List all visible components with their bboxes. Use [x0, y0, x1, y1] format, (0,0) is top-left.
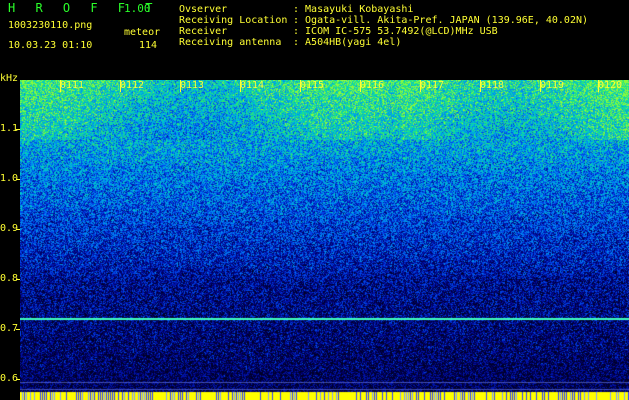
time-label: 0116	[360, 80, 385, 91]
time-label: 0119	[540, 80, 565, 91]
meteor-count: 114	[139, 40, 158, 51]
spectrogram-plot	[20, 80, 629, 400]
timestamp: 10.03.23 01:10	[8, 40, 93, 51]
info-key: Ovserver	[179, 4, 228, 15]
info-key: Receiving antenna	[179, 37, 282, 48]
info-value: : A504HB(yagi 4el)	[293, 37, 402, 48]
time-label: 0118	[480, 80, 505, 91]
time-label: 0111	[60, 80, 85, 91]
info-key: Receiver	[179, 26, 228, 37]
time-label: 0115	[300, 80, 325, 91]
time-label: 0112	[120, 80, 145, 91]
time-label: 0114	[240, 80, 265, 91]
app-version: 1.00	[124, 2, 151, 15]
info-row-receiver: Receiver : ICOM IC-575 53.7492(@LCD)MHz U…	[179, 26, 588, 37]
time-label: 0113	[180, 80, 205, 91]
info-value: : ICOM IC-575 53.7492(@LCD)MHz USB	[293, 26, 498, 37]
time-axis: 0111 0112 0113 0114 0115 0116 0117 0118 …	[20, 80, 629, 92]
time-label: 0117	[420, 80, 445, 91]
info-key: Receiving Location	[179, 15, 288, 26]
info-value: : Ogata-vill. Akita-Pref. JAPAN (139.96E…	[293, 15, 589, 26]
info-row-antenna: Receiving antenna : A504HB(yagi 4el)	[179, 37, 588, 48]
file-name: 1003230110.png	[8, 20, 93, 31]
frequency-axis: 1.1 1.0 0.9 0.8 0.7 0.6	[0, 80, 20, 400]
meteor-label: meteor	[124, 27, 161, 38]
info-row-observer: Ovserver : Masayuki Kobayashi	[179, 4, 588, 15]
info-value: : Masayuki Kobayashi	[293, 4, 414, 15]
info-row-location: Receiving Location : Ogata-vill. Akita-Pr…	[179, 15, 588, 26]
station-info: Ovserver : Masayuki Kobayashi Receiving L…	[179, 4, 588, 48]
time-label: 0120	[598, 80, 623, 91]
